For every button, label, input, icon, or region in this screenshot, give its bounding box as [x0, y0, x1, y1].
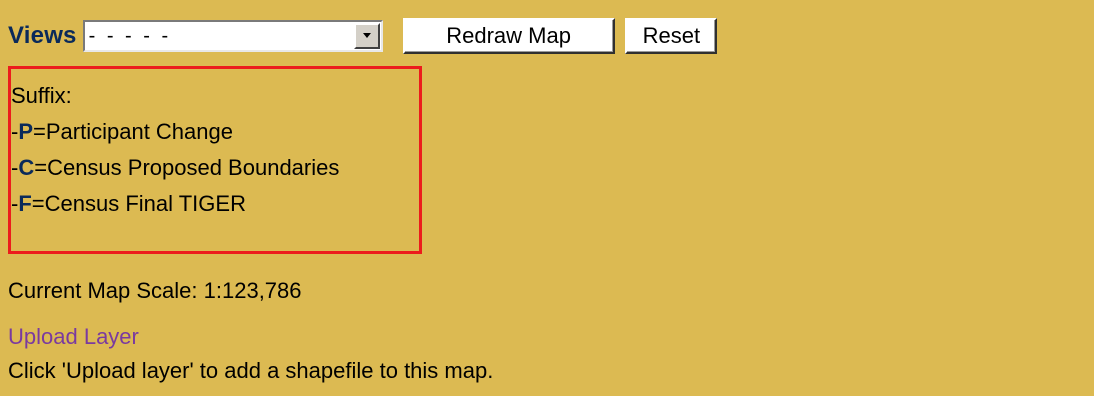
suffix-description: =Census Proposed Boundaries: [34, 155, 340, 180]
chevron-down-icon: [362, 33, 371, 38]
views-select[interactable]: - - - - -: [82, 20, 383, 52]
upload-help-text: Click 'Upload layer' to add a shapefile …: [8, 358, 494, 383]
suffix-code: C: [18, 155, 35, 180]
suffix-code: F: [18, 191, 32, 216]
views-toolbar: Views - - - - - Redraw Map Reset: [8, 14, 717, 58]
suffix-description: =Participant Change: [33, 119, 233, 144]
suffix-code: P: [18, 119, 34, 144]
suffix-item-f: -F=Census Final TIGER: [11, 189, 419, 225]
suffix-item-p: -P=Participant Change: [11, 117, 419, 153]
upload-layer-link[interactable]: Upload Layer: [8, 322, 139, 352]
map-scale-text: Current Map Scale: 1:123,786: [8, 278, 302, 303]
suffix-item-c: -C=Census Proposed Boundaries: [11, 153, 419, 189]
views-select-value: - - - - -: [88, 24, 172, 47]
views-label: Views: [8, 22, 77, 49]
dropdown-arrow-icon[interactable]: [353, 23, 380, 49]
suffix-legend-box: Suffix: -P=Participant Change -C=Census …: [8, 66, 422, 254]
suffix-description: =Census Final TIGER: [31, 191, 246, 216]
reset-button[interactable]: Reset: [624, 18, 717, 54]
suffix-title: Suffix:: [11, 83, 72, 108]
redraw-map-button[interactable]: Redraw Map: [402, 18, 615, 54]
